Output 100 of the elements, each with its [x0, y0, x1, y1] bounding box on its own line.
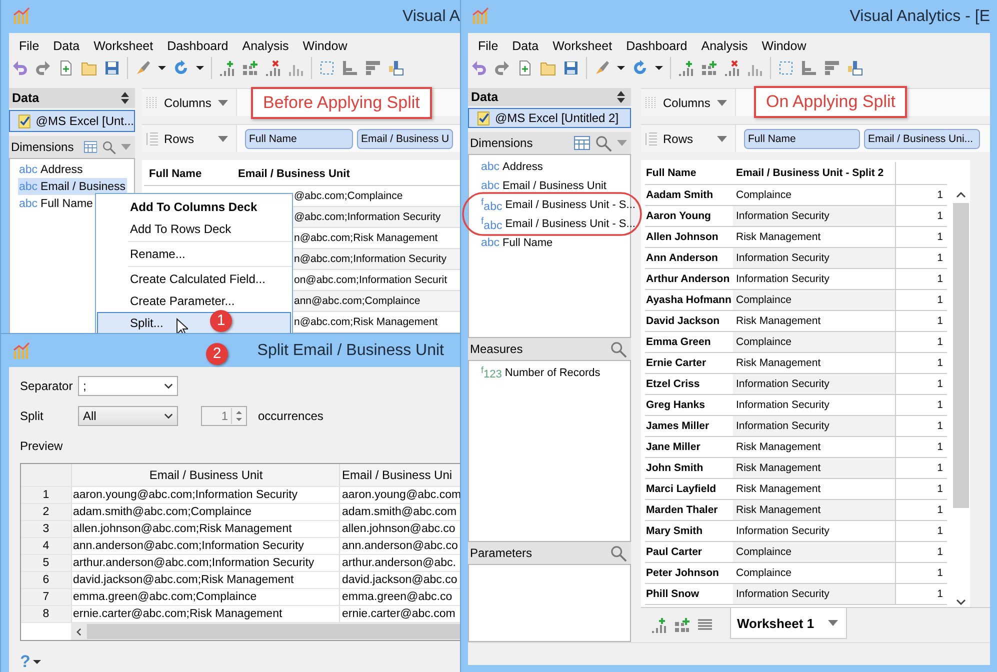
window-title: Split Email / Business Unit: [257, 342, 444, 360]
column-header: Full Name: [645, 162, 733, 185]
row-number: 1: [21, 487, 72, 503]
field-label: Split: [20, 409, 44, 423]
table-cell-text: emma.green@abc.co: [341, 590, 454, 605]
table-cell: Information Security: [733, 248, 895, 269]
table-cell: ernie.carter@abc.com;Risk Management: [72, 606, 340, 622]
row-header: Arthur Anderson: [645, 269, 733, 290]
field-label: occurrences: [258, 409, 324, 423]
section-label: Preview: [20, 439, 64, 453]
text-type-icon: abc: [481, 180, 500, 192]
panel-title: Measures: [470, 342, 523, 356]
table-cell: Complaince: [733, 542, 895, 563]
row-header: Aadam Smith: [645, 185, 733, 206]
table-cell: @abc.com;Complaince: [294, 190, 403, 202]
table-cell: 1: [895, 395, 947, 416]
table-cell: 1: [895, 563, 947, 584]
table-cell: Complaince: [733, 290, 895, 311]
shelf-label: Columns: [663, 96, 710, 110]
table-cell-text: aaron.young@abc.com: [341, 488, 460, 503]
row-header: Jane Miller: [645, 437, 733, 458]
row-header: Peter Johnson: [645, 563, 733, 584]
table-cell: 1: [895, 248, 947, 269]
row-number: 3: [21, 521, 72, 537]
number-type-icon: $^{f}$123: [481, 364, 502, 380]
table-cell: 1: [895, 332, 947, 353]
table-cell: 1: [895, 374, 947, 395]
table-cell: Risk Management: [733, 458, 895, 479]
text-type-icon: abc: [19, 164, 38, 176]
panel-title: Dimensions: [11, 140, 74, 154]
panel-title: Parameters: [470, 546, 532, 560]
callout-label: On Applying Split: [754, 86, 908, 118]
table-cell: 1: [895, 437, 947, 458]
table-cell: Information Security: [733, 416, 895, 437]
panel-title: Data: [471, 90, 498, 104]
row-header: Marci Layfield: [645, 479, 733, 500]
row-header: Mary Smith: [645, 521, 733, 542]
table-cell-text: arthur.anderson@abc.: [341, 556, 457, 571]
column-header: Email / Business Unit - Split 2: [733, 162, 895, 185]
table-cell: 1: [895, 290, 947, 311]
table-cell: 1: [895, 542, 947, 563]
panel-title: Dimensions: [470, 136, 533, 150]
callout-label: Before Applying Split: [251, 87, 432, 119]
table-cell: on@abc.com;Information Securit: [294, 274, 448, 286]
table-cell: arthur.anderson@abc.com;Information Security: [72, 555, 340, 571]
column-header: Email / Business Unit: [72, 464, 340, 486]
table-cell: Information Security: [733, 374, 895, 395]
row-header: Allen Johnson: [645, 227, 733, 248]
table-cell: n@abc.com;Risk Management: [294, 316, 438, 328]
table-cell: 1: [895, 227, 947, 248]
table-cell: Information Security: [733, 584, 895, 605]
table-cell: 1: [895, 416, 947, 437]
row-number: 6: [21, 572, 72, 588]
shelf-label: Rows: [663, 132, 694, 146]
table-cell: 1: [895, 458, 947, 479]
table-cell-text: adam.smith@abc.com: [341, 505, 458, 520]
text-type-icon: $^{f}$abc: [481, 196, 502, 212]
table-cell: 1: [895, 206, 947, 227]
table-cell: 1: [895, 479, 947, 500]
window-title: Visual Analytics - [E: [850, 8, 990, 26]
table-cell-text: david.jackson@abc.co: [341, 573, 458, 588]
column-header: Email / Business Uni: [341, 467, 454, 484]
row-number: 2: [21, 504, 72, 520]
text-type-icon: $^{f}$abc: [481, 216, 502, 232]
window-title: Visual A: [402, 8, 460, 26]
table-cell: ann.anderson@abc.com;Information Security: [72, 538, 340, 554]
shelf-label: Columns: [164, 96, 212, 110]
row-number: 8: [21, 606, 72, 622]
shelf-label: Rows: [164, 132, 194, 146]
row-header: Greg Hanks: [645, 395, 733, 416]
text-type-icon: abc: [481, 236, 500, 248]
table-cell: adam.smith@abc.com;Complaince: [72, 504, 340, 520]
table-cell: 1: [895, 353, 947, 374]
table-cell-text: ernie.carter@abc.com: [341, 607, 456, 622]
text-type-icon: abc: [481, 160, 500, 172]
panel-title: Data: [12, 91, 40, 105]
column-header: Full Name: [148, 168, 203, 180]
table-cell: 1: [895, 584, 947, 605]
table-cell: allen.johnson@abc.com;Risk Management: [72, 521, 340, 537]
row-number: 7: [21, 589, 72, 605]
table-cell: n@abc.com;Risk Management: [294, 232, 438, 244]
table-cell: aaron.young@abc.com;Information Security: [72, 487, 340, 503]
table-cell: 1: [895, 311, 947, 332]
table-cell-text: ann.anderson@abc.co: [341, 539, 459, 554]
row-header: Ernie Carter: [645, 353, 733, 374]
table-cell: 1: [895, 269, 947, 290]
table-cell: 1: [895, 185, 947, 206]
table-cell: Complaince: [733, 332, 895, 353]
table-cell: @abc.com;Information Security: [294, 211, 441, 223]
row-number: 5: [21, 555, 72, 571]
table-cell-text: allen.johnson@abc.co: [341, 522, 456, 537]
text-type-icon: abc: [19, 198, 38, 210]
text-type-icon: abc: [19, 180, 38, 192]
table-cell: david.jackson@abc.com;Risk Management: [72, 572, 340, 588]
table-cell: emma.green@abc.com;Complaince: [72, 589, 340, 605]
table-cell: 1: [895, 500, 947, 521]
table-cell: n@abc.com;Information Security: [294, 253, 446, 265]
table-cell: 1: [895, 521, 947, 542]
table-cell: ann@abc.com;Complaince: [294, 295, 420, 307]
table-cell: Risk Management: [733, 500, 895, 521]
